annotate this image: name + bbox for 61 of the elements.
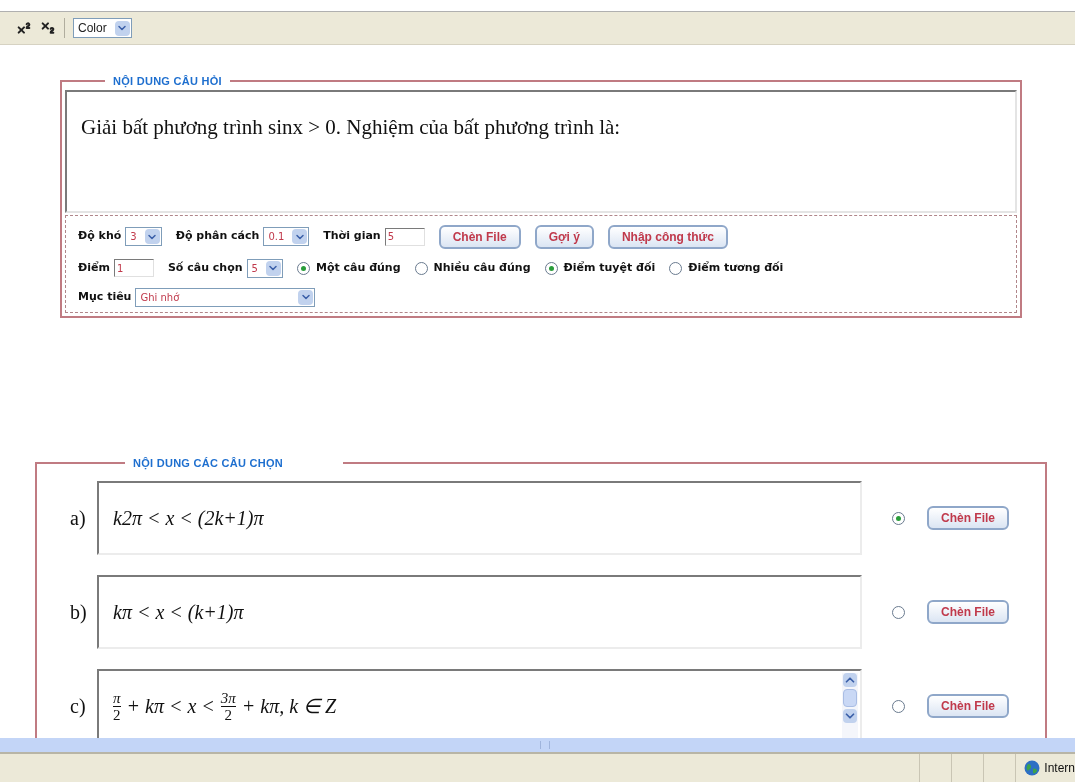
color-dropdown[interactable]: Color — [73, 18, 132, 38]
numerator: 3π — [220, 689, 236, 706]
radio-button[interactable] — [669, 261, 683, 275]
answer-field[interactable]: k2π < x < (2k+1)π — [97, 481, 862, 555]
field-label: Một câu đúng — [315, 259, 401, 276]
numerator: π — [113, 689, 121, 706]
field-label: Mục tiêu — [78, 288, 132, 305]
radio-button[interactable] — [544, 261, 558, 275]
zone-text: Intern — [1044, 760, 1075, 777]
field-label: Độ phân cách — [175, 228, 260, 245]
dropdown-arrow-icon — [265, 260, 281, 276]
radio-button[interactable] — [296, 261, 310, 275]
field-label: Độ khó — [78, 228, 122, 245]
input-field[interactable]: 5 — [384, 227, 425, 246]
superscript-icon[interactable] — [16, 20, 32, 36]
dropdown-arrow-icon — [114, 20, 130, 36]
denominator: 2 — [224, 706, 233, 723]
scroll-thumb[interactable] — [843, 689, 857, 707]
answer-label: a) — [70, 506, 87, 531]
globe-icon — [1024, 760, 1041, 776]
dropdown[interactable]: Ghi nhớ — [135, 287, 316, 307]
answer-label: b) — [70, 600, 88, 625]
formula-text: kπ < x < (k+1)π — [113, 600, 244, 625]
answer-field[interactable]: kπ < x < (k+1)π — [97, 575, 862, 649]
vertical-scrollbar[interactable] — [842, 673, 858, 738]
pill-button[interactable]: Nhập công thức — [607, 224, 728, 249]
question-text-area[interactable]: Giải bất phương trình sinx > 0. Nghiệm của bất phương trình là: — [65, 89, 1017, 213]
dropdown-arrow-icon — [298, 289, 314, 305]
field-label: Nhiều câu đúng — [433, 259, 531, 276]
formula-text: k2π < x < (2k+1)π — [113, 506, 264, 531]
dropdown[interactable]: 3 — [125, 227, 162, 246]
pill-button[interactable]: Chèn File — [927, 600, 1009, 624]
input-field[interactable]: 1 — [113, 259, 154, 277]
field-label: Điểm — [78, 259, 110, 276]
dropdown-arrow-icon — [292, 229, 308, 244]
section-legend: NỘI DUNG CÂU HỎI — [105, 73, 230, 90]
formula-text: + kπ < x < — [126, 694, 215, 719]
radio-button[interactable] — [892, 511, 905, 525]
scroll-thumb-grip[interactable] — [540, 741, 550, 749]
radio-button[interactable] — [414, 261, 428, 275]
section-legend: NỘI DUNG CÁC CÂU CHỌN — [125, 454, 343, 471]
pill-button[interactable]: Chèn File — [438, 224, 521, 249]
pill-button[interactable]: Gợi ý — [534, 224, 594, 249]
subscript-icon[interactable] — [40, 20, 56, 36]
pill-button[interactable]: Chèn File — [927, 506, 1009, 530]
denominator: 2 — [113, 706, 121, 723]
field-label: Số câu chọn — [167, 259, 243, 276]
dropdown-arrow-icon — [144, 229, 160, 244]
field-label: Điểm tương đối — [688, 259, 784, 276]
scroll-up-icon[interactable] — [843, 673, 857, 687]
answer-label: c) — [70, 694, 87, 719]
field-label: Điểm tuyệt đối — [563, 259, 656, 276]
radio-button[interactable] — [892, 605, 905, 619]
scroll-down-icon[interactable] — [843, 709, 857, 723]
pill-button[interactable]: Chèn File — [927, 694, 1009, 718]
field-label: Thời gian — [323, 228, 381, 245]
radio-button[interactable] — [892, 699, 905, 713]
horizontal-scrollbar[interactable] — [0, 738, 1075, 752]
formula-text: + kπ, k ∈ Z — [241, 694, 337, 719]
dropdown[interactable]: 0.1 — [263, 227, 310, 246]
dropdown[interactable]: 5 — [246, 258, 283, 278]
